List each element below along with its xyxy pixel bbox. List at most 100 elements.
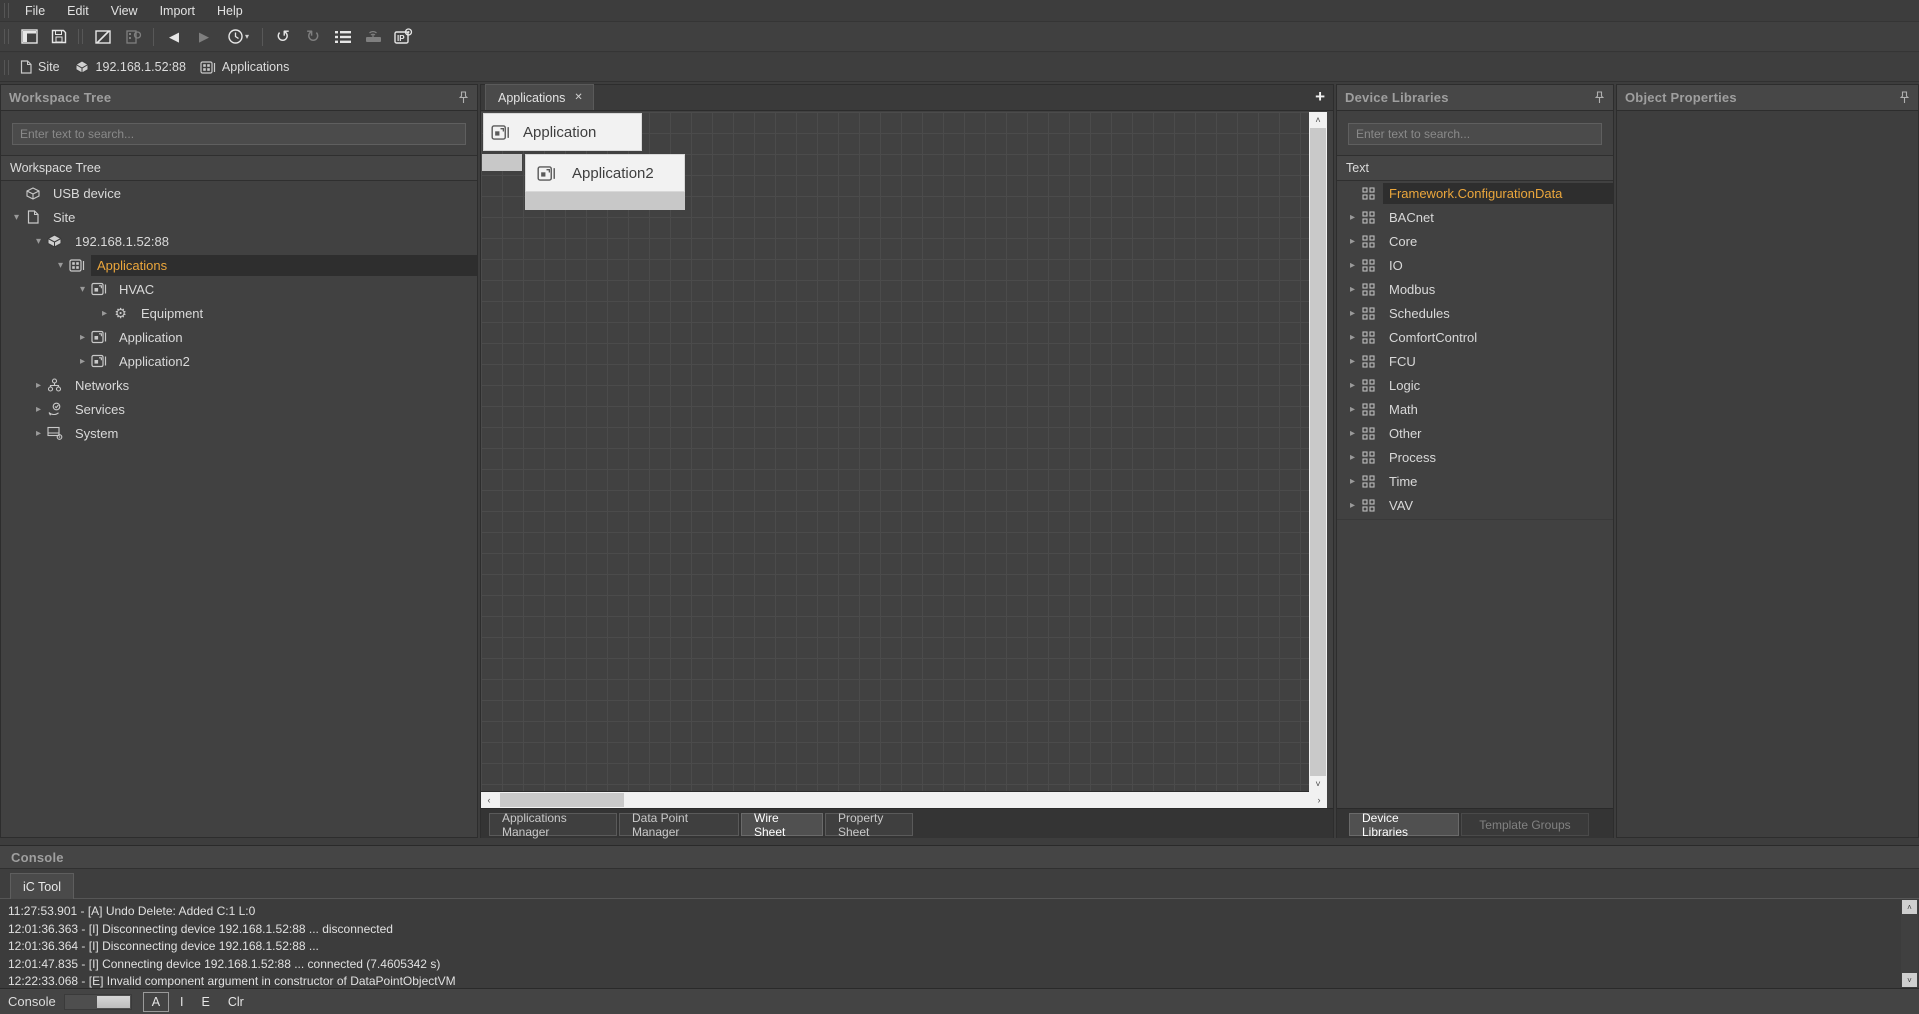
lib-item-framework-configurationdata[interactable]: Framework.ConfigurationData (1337, 181, 1613, 205)
console-scrollbar[interactable]: ˄ ˅ (1901, 900, 1918, 987)
pin-icon[interactable] (1594, 91, 1605, 104)
hscroll-thumb[interactable] (500, 793, 624, 807)
forward-button[interactable]: ▶ (191, 25, 217, 49)
breadcrumb-device[interactable]: 192.168.1.52:88 (74, 60, 186, 74)
clear-console-button[interactable]: Clr (221, 993, 251, 1011)
tree-item-device[interactable]: 192.168.1.52:88 (1, 229, 477, 253)
expander-icon[interactable] (1345, 260, 1360, 271)
console-slider[interactable] (64, 994, 132, 1010)
wire-sheet-canvas[interactable]: Application Application2 (481, 112, 1309, 792)
tree-item-application[interactable]: Application (1, 325, 477, 349)
breadcrumb-grip[interactable] (4, 60, 9, 75)
expander-icon[interactable] (1345, 212, 1360, 223)
expander-icon[interactable] (53, 260, 68, 271)
lib-item-bacnet[interactable]: BACnet (1337, 205, 1613, 229)
expander-icon[interactable] (1345, 380, 1360, 391)
lib-item-time[interactable]: Time (1337, 469, 1613, 493)
filter-all-button[interactable]: A (143, 992, 169, 1012)
filter-error-button[interactable]: E (195, 993, 217, 1011)
console-log[interactable]: 11:27:53.901 - [A] Undo Delete: Added C:… (0, 900, 1899, 988)
toolbar-grip[interactable] (4, 29, 9, 44)
workspace-search-input[interactable] (12, 123, 466, 145)
redo-button[interactable]: ↻ (300, 25, 326, 49)
edit-wiresheet-button[interactable] (90, 25, 116, 49)
tree-item-networks[interactable]: Networks (1, 373, 477, 397)
tab-ic-tool[interactable]: iC Tool (10, 873, 74, 899)
lib-item-fcu[interactable]: FCU (1337, 349, 1613, 373)
tab-property-sheet[interactable]: Property Sheet (825, 813, 913, 836)
breadcrumb-site[interactable]: Site (20, 60, 60, 74)
expander-icon[interactable] (1345, 404, 1360, 415)
history-button[interactable]: ▾ (221, 25, 255, 49)
scroll-left-icon[interactable]: ‹ (481, 792, 497, 808)
tree-item-equipment[interactable]: ⚙ Equipment (1, 301, 477, 325)
expander-icon[interactable] (31, 236, 46, 247)
application-block[interactable]: Application (483, 113, 642, 151)
lib-item-comfortcontrol[interactable]: ComfortControl (1337, 325, 1613, 349)
save-button[interactable] (46, 25, 72, 49)
tree-item-system[interactable]: System (1, 421, 477, 445)
lib-item-core[interactable]: Core (1337, 229, 1613, 253)
expander-icon[interactable] (1345, 236, 1360, 247)
scroll-up-icon[interactable]: ˄ (1902, 900, 1917, 914)
application-block-body-stub[interactable] (482, 154, 522, 171)
lib-item-io[interactable]: IO (1337, 253, 1613, 277)
expander-icon[interactable] (31, 380, 46, 391)
expander-icon[interactable] (9, 212, 24, 223)
event-list-button[interactable] (330, 25, 356, 49)
tree-item-applications[interactable]: Applications (1, 253, 477, 277)
menu-view[interactable]: View (100, 2, 149, 20)
slider-thumb[interactable] (97, 996, 130, 1008)
menu-import[interactable]: Import (149, 2, 206, 20)
menu-help[interactable]: Help (206, 2, 254, 20)
device-config-button[interactable] (120, 25, 146, 49)
expander-icon[interactable] (1345, 356, 1360, 367)
tree-item-hvac[interactable]: HVAC (1, 277, 477, 301)
undo-button[interactable]: ↺ (270, 25, 296, 49)
expander-icon[interactable] (1345, 476, 1360, 487)
tab-applications-manager[interactable]: Applications Manager (489, 813, 617, 836)
add-tab-button[interactable]: + (1315, 87, 1325, 107)
tab-device-libraries[interactable]: Device Libraries (1349, 813, 1459, 836)
device-libraries-search-input[interactable] (1348, 123, 1602, 145)
tab-template-groups[interactable]: Template Groups (1461, 813, 1589, 836)
expander-icon[interactable] (97, 308, 112, 319)
ip-config-button[interactable]: IP (390, 25, 416, 49)
expander-icon[interactable] (1345, 332, 1360, 343)
expander-icon[interactable] (1345, 428, 1360, 439)
expander-icon[interactable] (75, 284, 90, 295)
back-button[interactable]: ◀ (161, 25, 187, 49)
scroll-up-icon[interactable]: ˄ (1309, 112, 1327, 128)
application2-block-body[interactable] (525, 192, 685, 210)
scroll-right-icon[interactable]: › (1311, 792, 1327, 808)
breadcrumb-applications[interactable]: Applications (200, 60, 289, 74)
expander-icon[interactable] (31, 428, 46, 439)
tree-item-site[interactable]: Site (1, 205, 477, 229)
expander-icon[interactable] (31, 404, 46, 415)
canvas-horizontal-scrollbar[interactable]: ‹ › (481, 792, 1327, 808)
tree-item-services[interactable]: Services (1, 397, 477, 421)
menubar-grip[interactable] (4, 3, 9, 18)
scroll-down-icon[interactable]: ˅ (1902, 973, 1917, 987)
tab-wire-sheet[interactable]: Wire Sheet (741, 813, 823, 836)
application2-block[interactable]: Application2 (525, 154, 685, 192)
vscroll-thumb[interactable] (1310, 128, 1326, 776)
lib-item-other[interactable]: Other (1337, 421, 1613, 445)
lib-item-modbus[interactable]: Modbus (1337, 277, 1613, 301)
canvas-vertical-scrollbar[interactable]: ˄ ˅ (1309, 112, 1327, 792)
pin-icon[interactable] (1899, 91, 1910, 104)
toolbar-grip-2[interactable] (78, 29, 83, 44)
lib-item-vav[interactable]: VAV (1337, 493, 1613, 517)
expander-icon[interactable] (1345, 452, 1360, 463)
filter-info-button[interactable]: I (173, 993, 190, 1011)
lib-item-schedules[interactable]: Schedules (1337, 301, 1613, 325)
expander-icon[interactable] (75, 332, 90, 343)
expander-icon[interactable] (1345, 500, 1360, 511)
tab-applications[interactable]: Applications ✕ (485, 84, 594, 110)
expander-icon[interactable] (1345, 308, 1360, 319)
tree-item-application2[interactable]: Application2 (1, 349, 477, 373)
expander-icon[interactable] (75, 356, 90, 367)
pin-icon[interactable] (458, 91, 469, 104)
tab-data-point-manager[interactable]: Data Point Manager (619, 813, 739, 836)
scroll-down-icon[interactable]: ˅ (1309, 776, 1327, 792)
